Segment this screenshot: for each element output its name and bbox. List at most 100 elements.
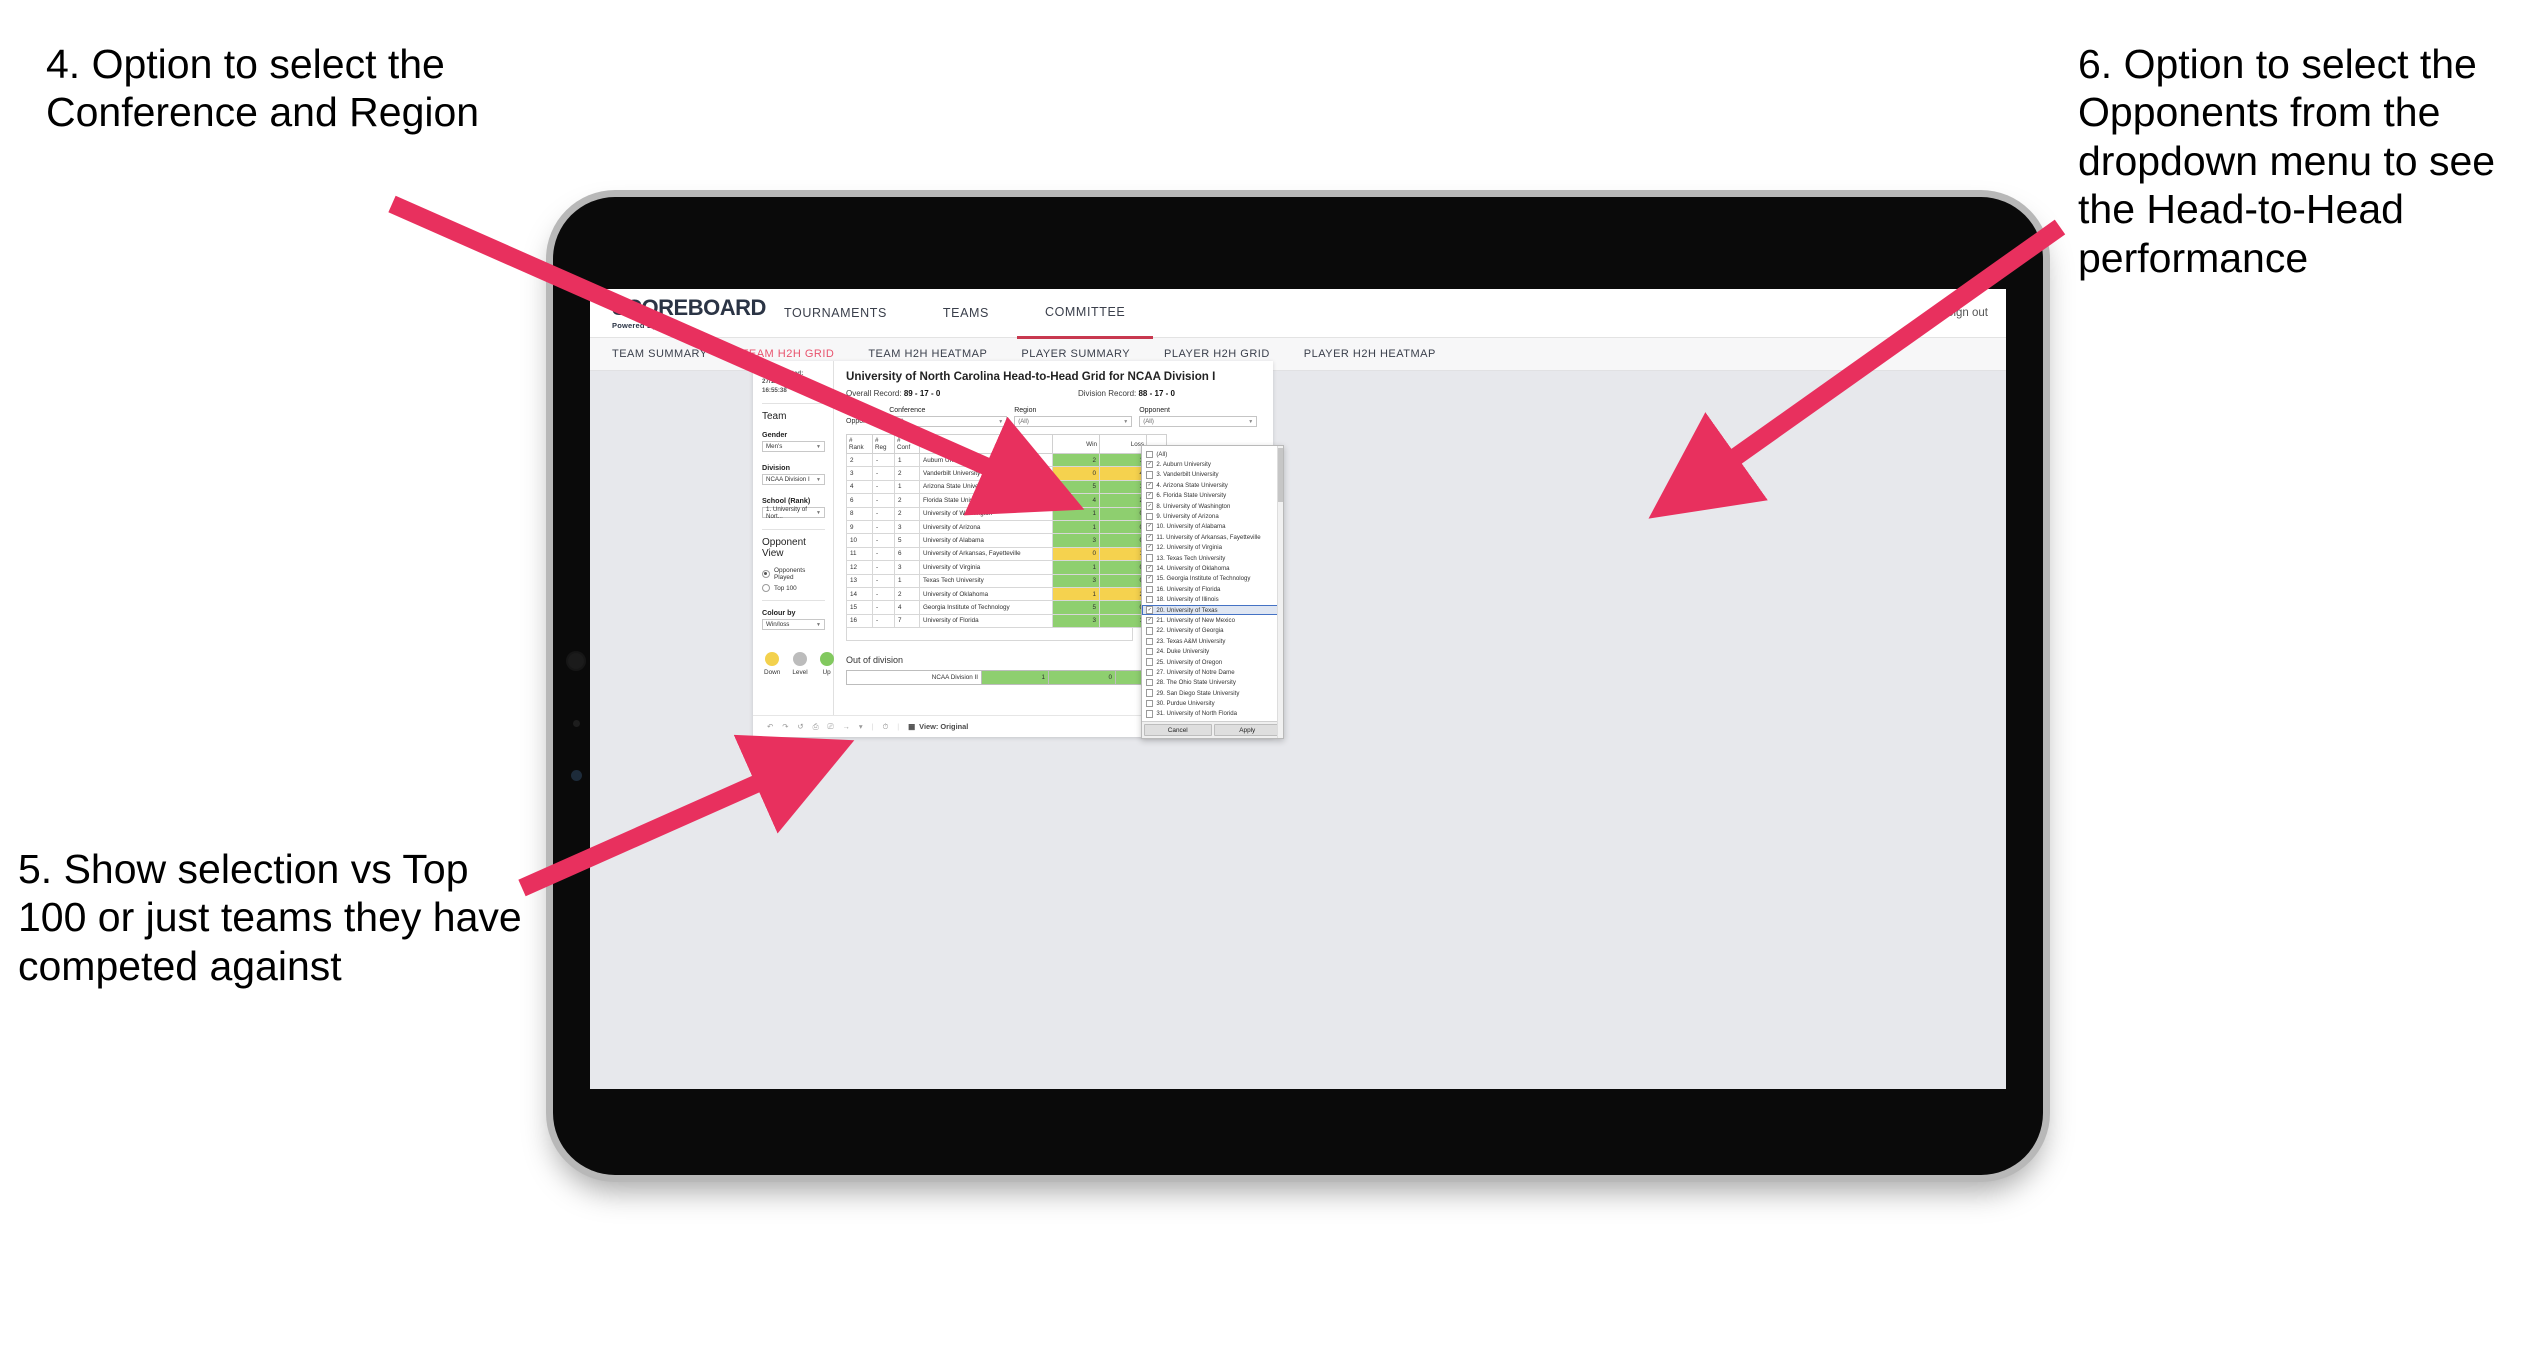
checkbox-checked-icon[interactable]: ✓ [1146, 544, 1154, 552]
opponent-option[interactable]: 16. University of Florida [1142, 584, 1283, 594]
opponent-option[interactable]: ✓ 4. Arizona State University [1142, 480, 1283, 490]
history-clock-icon[interactable]: ⏱ [882, 722, 888, 732]
checkbox-checked-icon[interactable]: ✓ [1146, 523, 1154, 531]
checkbox-unchecked-icon[interactable] [1146, 668, 1154, 677]
checkbox-checked-icon[interactable]: ✓ [1146, 564, 1154, 573]
view-original-button[interactable]: ▦ View: Original [908, 722, 968, 731]
checkbox-checked-icon[interactable]: ✓ [1146, 492, 1154, 500]
opponent-option[interactable]: (All) [1142, 449, 1283, 459]
table-row[interactable]: 9-3University of Arizona10 [846, 519, 1167, 535]
checkbox-unchecked-icon[interactable] [1146, 710, 1154, 718]
checkbox-unchecked-icon[interactable] [1146, 554, 1154, 562]
opponent-option[interactable]: ✓ 6. Florida State University [1142, 491, 1283, 501]
subnav-player-summary[interactable]: PLAYER SUMMARY [1021, 348, 1130, 360]
nav-item-committee[interactable]: COMMITTEE [1016, 289, 1154, 339]
table-row[interactable]: 4-1Arizona State University51 [846, 479, 1167, 495]
redo-icon[interactable]: ↷ [782, 722, 788, 731]
nav-item-tournaments[interactable]: TOURNAMENTS [756, 289, 915, 337]
opponent-option[interactable]: ✓ 15. Georgia Institute of Technology [1142, 574, 1283, 584]
apply-button[interactable]: Apply [1213, 724, 1281, 737]
opponent-option[interactable]: 31. University of North Florida [1142, 709, 1283, 719]
checkbox-unchecked-icon[interactable] [1146, 689, 1154, 697]
table-row[interactable]: 14-2University of Oklahoma12 [846, 586, 1167, 602]
chevron-down-icon[interactable]: ▾ [859, 722, 863, 731]
opponent-option[interactable]: ✓ 20. University of Texas [1142, 604, 1283, 616]
opponent-option[interactable]: 18. University of Illinois [1142, 594, 1283, 604]
pause-updates-icon[interactable]: ⎚ [828, 722, 834, 732]
opponent-option[interactable]: ✓ 11. University of Arkansas, Fayettevill… [1142, 532, 1283, 542]
checkbox-unchecked-icon[interactable] [1146, 450, 1154, 458]
subnav-team-summary[interactable]: TEAM SUMMARY [612, 348, 708, 360]
table-row[interactable]: 10-5University of Alabama30 [846, 533, 1167, 548]
checkbox-checked-icon[interactable]: ✓ [1146, 481, 1154, 490]
checkbox-unchecked-icon[interactable] [1146, 595, 1154, 604]
opponent-select[interactable]: (All) ▼ [1139, 416, 1258, 427]
table-row[interactable]: 13-1Texas Tech University30 [846, 573, 1167, 588]
opponent-option[interactable]: 23. Texas A&M University [1142, 636, 1283, 646]
region-label: Region [1014, 407, 1037, 414]
signout-link[interactable]: Sign out [1946, 307, 1988, 319]
checkbox-unchecked-icon[interactable] [1146, 658, 1154, 666]
nav-item-teams[interactable]: TEAMS [915, 289, 1017, 337]
checkbox-unchecked-icon[interactable] [1146, 699, 1154, 708]
opponent-option[interactable]: ✓ 12. University of Virginia [1142, 543, 1283, 553]
opponent-dropdown-scrollbar[interactable] [1277, 446, 1283, 739]
checkbox-unchecked-icon[interactable] [1146, 637, 1154, 645]
table-row[interactable]: 15-4Georgia Institute of Technology50 [846, 600, 1167, 615]
checkbox-checked-icon[interactable]: ✓ [1146, 533, 1154, 542]
opponent-option[interactable]: 30. Purdue University [1142, 698, 1283, 708]
table-row[interactable]: 8-2University of Washington10 [846, 506, 1167, 521]
checkbox-unchecked-icon[interactable] [1146, 585, 1154, 593]
opponent-option[interactable]: 3. Vanderbilt University [1142, 470, 1283, 480]
division-select[interactable]: NCAA Division I ▼ [762, 474, 825, 486]
school-rank-select[interactable]: 1. University of Nort... ▼ [762, 506, 825, 520]
conference-select[interactable]: (All) ▼ [889, 416, 1008, 427]
undo-icon[interactable]: ↶ [767, 722, 773, 731]
checkbox-unchecked-icon[interactable] [1146, 679, 1154, 687]
share-icon[interactable]: → [842, 722, 849, 731]
checkbox-checked-icon[interactable]: ✓ [1146, 460, 1154, 469]
checkbox-unchecked-icon[interactable] [1146, 512, 1154, 521]
checkbox-unchecked-icon[interactable] [1146, 627, 1154, 635]
gender-select[interactable]: Men's ▼ [762, 441, 825, 453]
subnav-team-h2h-grid[interactable]: TEAM H2H GRID [742, 348, 835, 360]
colour-by-select[interactable]: Win/loss ▼ [762, 619, 825, 631]
checkbox-checked-icon[interactable]: ✓ [1146, 616, 1154, 625]
radio-top-100[interactable]: Top 100 [762, 584, 825, 593]
opponent-option[interactable]: ✓ 10. University of Alabama [1142, 522, 1283, 532]
table-row[interactable]: 16-7University of Florida31 [846, 613, 1167, 629]
opponent-dropdown-panel[interactable]: (All) ✓ 2. Auburn University 3. Vanderbilt … [1141, 445, 1284, 740]
checkbox-checked-icon[interactable]: ✓ [1146, 606, 1154, 614]
subnav-player-h2h-grid[interactable]: PLAYER H2H GRID [1164, 348, 1270, 360]
checkbox-checked-icon[interactable]: ✓ [1146, 575, 1154, 583]
checkbox-unchecked-icon[interactable] [1146, 471, 1154, 479]
table-row[interactable]: 6-2Florida State University42 [846, 493, 1167, 508]
opponent-option[interactable]: 24. Duke University [1142, 646, 1283, 656]
opponent-option[interactable]: 13. Texas Tech University [1142, 553, 1283, 563]
radio-opponents-played[interactable]: Opponents Played [762, 567, 825, 581]
opponent-option[interactable]: 25. University of Oregon [1142, 657, 1283, 667]
checkbox-unchecked-icon[interactable] [1146, 647, 1154, 656]
opponent-option[interactable]: 27. University of Notre Dame [1142, 667, 1283, 677]
table-row[interactable]: 2-1Auburn University21 [846, 452, 1167, 468]
opponent-option[interactable]: ✓ 2. Auburn University [1142, 459, 1283, 469]
checkbox-checked-icon[interactable]: ✓ [1146, 502, 1154, 510]
opponent-option[interactable]: 9. University of Arizona [1142, 511, 1283, 521]
table-row[interactable]: 11-6 University of Arkansas, Fayetteville… [846, 546, 1167, 562]
subnav-team-h2h-heatmap[interactable]: TEAM H2H HEATMAP [868, 348, 987, 360]
table-row[interactable]: 3-2Vanderbilt University04 [846, 466, 1167, 481]
opponent-option[interactable]: ✓ 14. University of Oklahoma [1142, 563, 1283, 573]
subnav-player-h2h-heatmap[interactable]: PLAYER H2H HEATMAP [1304, 348, 1436, 360]
opponent-option[interactable]: ✓ 8. University of Washington [1142, 501, 1283, 511]
brand-logo[interactable]: SCOREBOARD Powered By Flood [612, 296, 766, 330]
cancel-button[interactable]: Cancel [1144, 724, 1212, 737]
opponent-option[interactable]: 29. San Diego State University [1142, 688, 1283, 698]
revert-icon[interactable]: ↺ [797, 722, 803, 731]
opponent-option[interactable]: ✓ 21. University of New Mexico [1142, 615, 1283, 625]
table-row[interactable]: 12-3University of Virginia10 [846, 560, 1167, 575]
refresh-data-icon[interactable]: ⎙ [813, 722, 819, 732]
scrollbar-thumb[interactable] [1278, 448, 1283, 502]
opponent-option[interactable]: 28. The Ohio State University [1142, 678, 1283, 688]
opponent-option[interactable]: 22. University of Georgia [1142, 626, 1283, 636]
region-select[interactable]: (All) ▼ [1014, 416, 1133, 427]
